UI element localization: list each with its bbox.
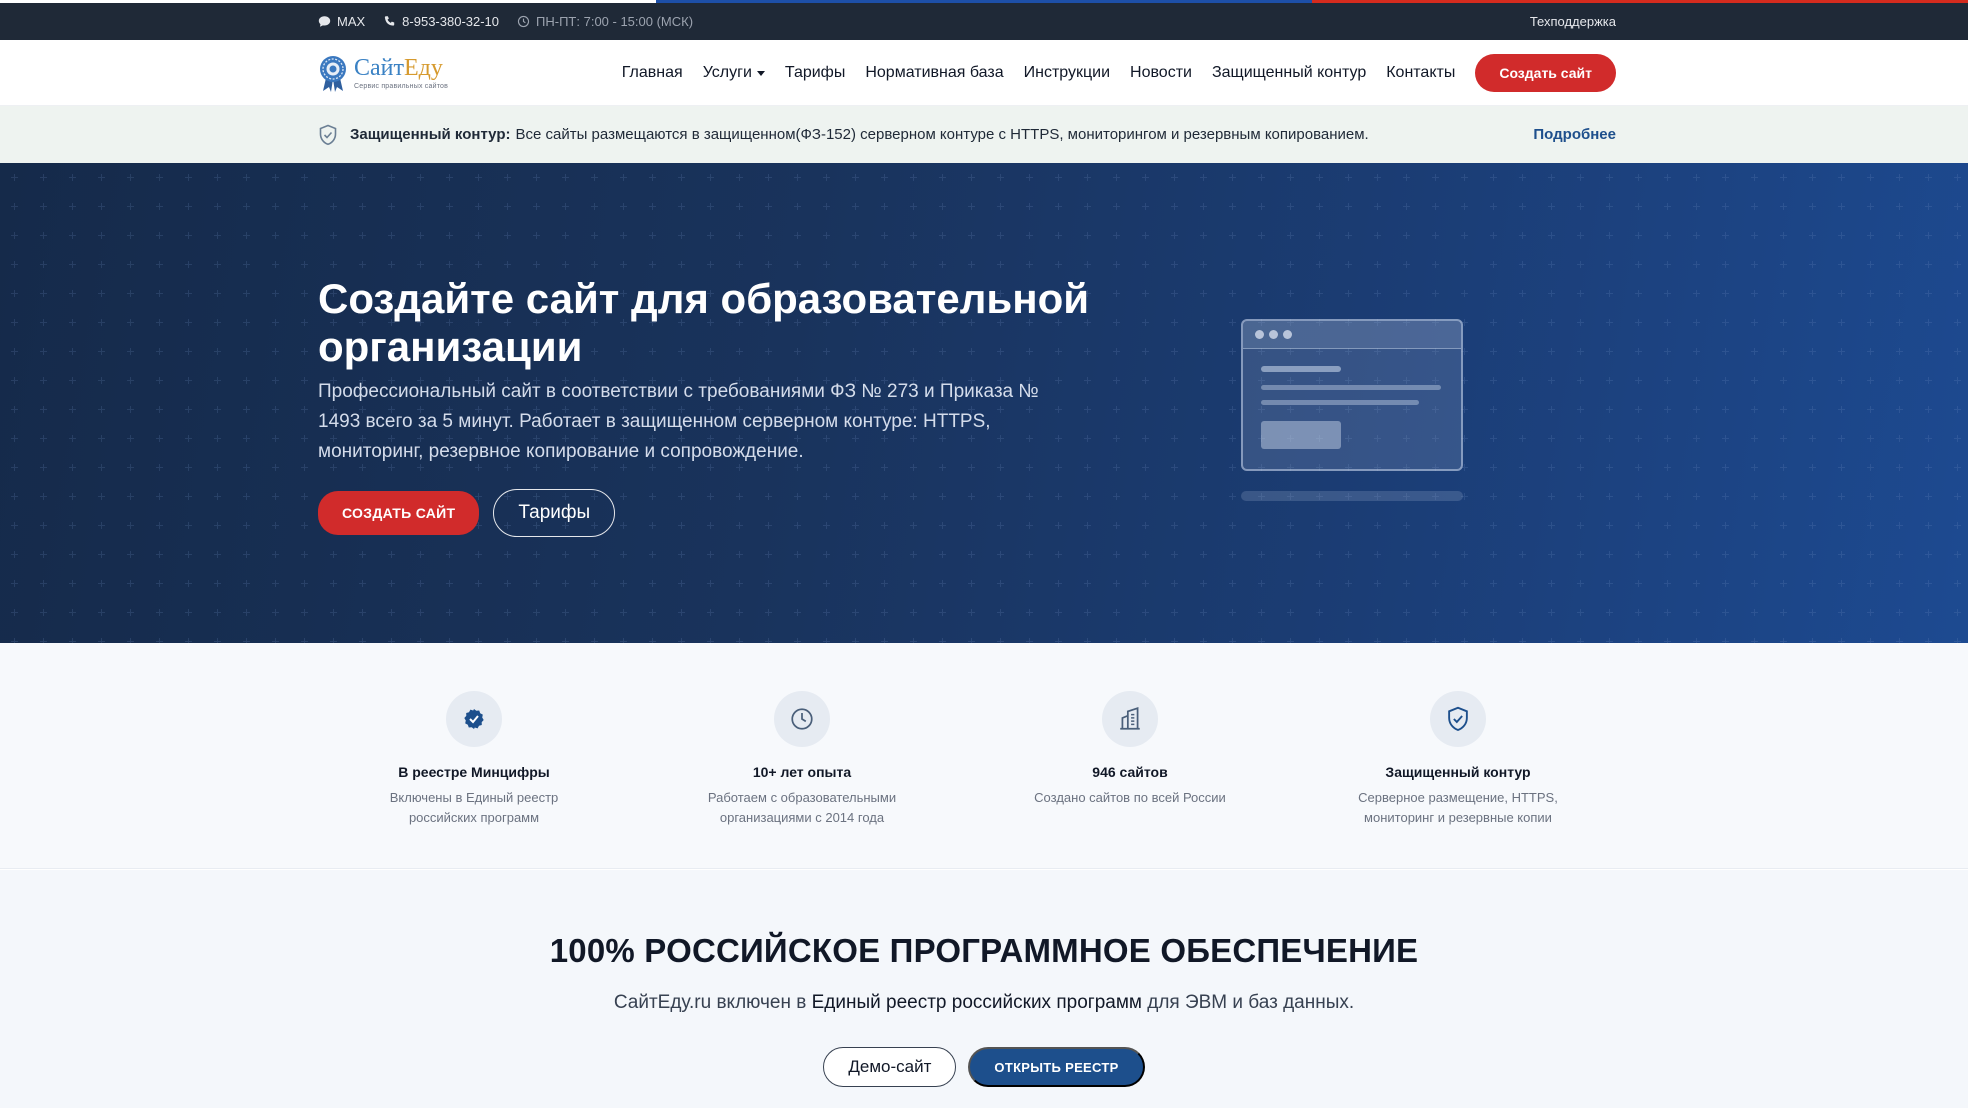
- feature-desc: Работаем с образовательными организациям…: [707, 790, 897, 825]
- browser-mockup-illustration: [1241, 319, 1463, 471]
- feature-title: В реестре Минцифры: [398, 764, 550, 780]
- hero-tariffs-button[interactable]: Тарифы: [493, 489, 616, 537]
- feature-registry: В реестре Минцифры Включены в Единый рее…: [324, 691, 624, 828]
- verified-badge-icon: [464, 709, 484, 729]
- clock-icon: [517, 15, 530, 28]
- notice-title: Защищенный контур:: [350, 126, 511, 143]
- nav-item-tariffs[interactable]: Тарифы: [785, 64, 845, 82]
- nav-item-services[interactable]: Услуги: [703, 64, 765, 82]
- feature-secure-contour: Защищенный контур Серверное размещение, …: [1308, 691, 1608, 828]
- feature-icon-wrap: [446, 691, 502, 747]
- open-registry-button[interactable]: Открыть реестр: [968, 1047, 1145, 1087]
- feature-experience: 10+ лет опыта Работаем с образовательным…: [652, 691, 952, 828]
- create-site-button[interactable]: Создать сайт: [1475, 54, 1616, 92]
- registry-text-strong: Единый реестр российских программ: [811, 992, 1142, 1013]
- site-header: СайтЕду Сервис правильных сайтов Главная…: [0, 40, 1968, 106]
- feature-icon-wrap: [774, 691, 830, 747]
- hero-create-site-button[interactable]: Создать сайт: [318, 491, 480, 535]
- site-logo[interactable]: СайтЕду Сервис правильных сайтов: [318, 54, 448, 92]
- feature-sites-count: 946 сайтов Создано сайтов по всей России: [980, 691, 1280, 808]
- nav-item-services-label: Услуги: [702, 64, 752, 81]
- logo-name-part-2: Еду: [404, 55, 443, 81]
- hero-title: Создайте сайт для образовательной органи…: [318, 275, 1090, 370]
- nav-item-instructions[interactable]: Инструкции: [1024, 64, 1110, 82]
- nav-item-regulations[interactable]: Нормативная база: [865, 64, 1003, 82]
- phone-number: 8-953-380-32-10: [402, 14, 500, 29]
- hero-actions: Создать сайт Тарифы: [318, 489, 616, 537]
- feature-desc: Создано сайтов по всей России: [1034, 790, 1226, 805]
- registry-section: 100% РОССИЙСКОЕ ПРОГРАММНОЕ ОБЕСПЕЧЕНИЕ …: [0, 870, 1968, 1108]
- logo-seal-icon: [320, 56, 346, 92]
- logo-tagline: Сервис правильных сайтов: [354, 83, 449, 90]
- chat-icon: [318, 16, 331, 27]
- registry-text: СайтЕду.ru включен в Единый реестр росси…: [0, 992, 1968, 1014]
- support-link[interactable]: Техподдержка: [1530, 14, 1616, 29]
- top-bar: MAX 8-953-380-32-10 ПН-ПТ: 7:00 - 15:00 …: [0, 3, 1968, 40]
- nav-item-secure-contour[interactable]: Защищенный контур: [1212, 64, 1366, 82]
- feature-icon-wrap: [1102, 691, 1158, 747]
- features-section: В реестре Минцифры Включены в Единый рее…: [0, 643, 1968, 869]
- buildings-icon: [1120, 706, 1140, 730]
- registry-text-before: СайтЕду.ru включен в: [613, 992, 807, 1013]
- hero-section: Создайте сайт для образовательной органи…: [0, 163, 1968, 643]
- feature-title: 10+ лет опыта: [752, 764, 852, 780]
- demo-site-button[interactable]: Демо-сайт: [823, 1047, 957, 1087]
- nav-item-contacts[interactable]: Контакты: [1386, 64, 1455, 82]
- mockup-shadow: [1241, 491, 1463, 501]
- notice-text: Все сайты размещаются в защищенном(ФЗ-15…: [515, 126, 1369, 143]
- notice-more-link[interactable]: Подробнее: [1533, 126, 1616, 143]
- feature-desc: Серверное размещение, HTTPS, мониторинг …: [1358, 790, 1558, 825]
- work-hours: ПН-ПТ: 7:00 - 15:00 (МСК): [517, 14, 693, 29]
- messenger-link[interactable]: MAX: [318, 14, 365, 29]
- messenger-label: MAX: [337, 14, 366, 29]
- shield-check-icon: [319, 124, 337, 145]
- phone-link[interactable]: 8-953-380-32-10: [383, 14, 499, 29]
- registry-text-after: для ЭВМ и баз данных.: [1147, 992, 1355, 1013]
- phone-icon: [385, 16, 395, 26]
- hero-subtitle: Профессиональный сайт в соответствии с т…: [318, 381, 1039, 462]
- logo-name-part-1: Сайт: [354, 55, 404, 81]
- shield-check-icon: [1448, 706, 1468, 731]
- feature-title: 946 сайтов: [1092, 764, 1168, 780]
- registry-actions: Демо-сайт Открыть реестр: [0, 1047, 1968, 1087]
- nav-item-home[interactable]: Главная: [622, 64, 683, 82]
- main-nav: Главная Услуги Тарифы Нормативная база И…: [622, 64, 1456, 82]
- clock-icon: [791, 708, 813, 730]
- feature-desc: Включены в Единый реестр российских прог…: [389, 790, 559, 825]
- registry-title: 100% РОССИЙСКОЕ ПРОГРАММНОЕ ОБЕСПЕЧЕНИЕ: [549, 932, 1419, 969]
- feature-title: Защищенный контур: [1385, 764, 1531, 780]
- secure-notice-bar: Защищенный контур: Все сайты размещаются…: [0, 106, 1968, 163]
- chevron-down-icon: [756, 70, 765, 76]
- work-hours-text: ПН-ПТ: 7:00 - 15:00 (МСК): [536, 14, 694, 29]
- feature-icon-wrap: [1430, 691, 1486, 747]
- nav-item-news[interactable]: Новости: [1130, 64, 1192, 82]
